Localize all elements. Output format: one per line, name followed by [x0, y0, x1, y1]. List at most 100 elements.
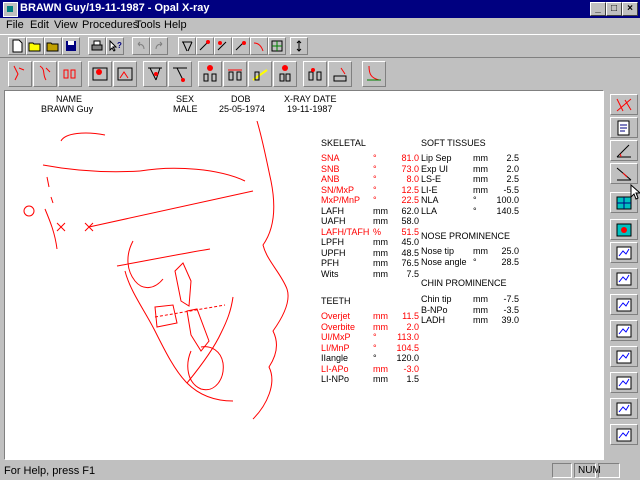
angle-line-icon: [616, 167, 632, 181]
chin-prominence-heading: CHIN PROMINENCE: [421, 278, 507, 288]
open-button[interactable]: [26, 37, 44, 55]
print-button[interactable]: [88, 37, 106, 55]
teeth-label: Overjet: [321, 311, 351, 321]
redo-button[interactable]: [150, 37, 168, 55]
folder-open-icon: [28, 42, 41, 52]
line-analysis-icon: [173, 67, 187, 82]
undo-button[interactable]: [132, 37, 150, 55]
side-tool-analysis-1[interactable]: [610, 140, 638, 161]
teeth-value: 104.5: [396, 342, 419, 353]
analysis-tool-13-button[interactable]: [328, 61, 352, 87]
close-button[interactable]: ×: [622, 2, 638, 16]
analysis-tool-14-button[interactable]: [362, 61, 386, 87]
molar-analysis-icon: [228, 69, 242, 81]
svg-text:?: ?: [117, 41, 122, 50]
vertical-measure-button[interactable]: [290, 37, 308, 55]
side-tool-analysis-11[interactable]: [610, 398, 638, 419]
trace-tool-1-button[interactable]: [178, 37, 196, 55]
soft-unit: mm: [473, 163, 488, 174]
side-tool-analysis-7[interactable]: [610, 294, 638, 315]
measure-tool-button[interactable]: [268, 37, 286, 55]
curve-tool-button[interactable]: [250, 37, 268, 55]
chin-label: LADH: [421, 315, 446, 325]
teeth-label: LI/MnP: [321, 342, 350, 353]
soft-label: LI-E: [421, 184, 438, 195]
side-tool-delete-trace[interactable]: [610, 94, 638, 115]
side-tool-analysis-9[interactable]: [610, 346, 638, 367]
skeletal-label: SN/MxP: [321, 184, 355, 195]
analysis-tool-6-button[interactable]: [143, 61, 167, 87]
analysis-tool-2-button[interactable]: [33, 61, 57, 87]
menu-help[interactable]: Help: [164, 19, 187, 31]
skeletal-value: 12.5: [401, 184, 419, 195]
menu-edit[interactable]: Edit: [30, 19, 49, 31]
side-tool-analysis-6[interactable]: [610, 268, 638, 289]
soft-unit: mm: [473, 174, 488, 184]
side-tool-analysis-10[interactable]: [610, 372, 638, 393]
teeth-value: 1.5: [406, 374, 419, 384]
app-icon[interactable]: [3, 2, 18, 17]
soft-label: LLA: [421, 205, 438, 216]
jaw-analysis-icon: [333, 67, 347, 82]
report-icon: [617, 120, 630, 136]
save-button[interactable]: [62, 37, 80, 55]
nose-value: 28.5: [501, 256, 519, 267]
side-tool-analysis-12[interactable]: [610, 424, 638, 445]
mandible-icon: [367, 65, 381, 81]
skeletal-value: 45.0: [401, 237, 419, 247]
title-bar: BRAWN Guy/19-11-1987 - Opal X-ray _ □ ×: [0, 0, 640, 18]
trace-tool-3-button[interactable]: [214, 37, 232, 55]
open-patient-button[interactable]: [44, 37, 62, 55]
xray-trace-canvas[interactable]: NAME SEX DOB X-RAY DATE BRAWN Guy MALE 2…: [4, 90, 604, 460]
analysis-tool-1-button[interactable]: [8, 61, 32, 87]
soft-unit: °: [473, 195, 477, 205]
side-tool-analysis-8[interactable]: [610, 320, 638, 341]
analysis-tool-8-button[interactable]: [198, 61, 222, 87]
template-icon: [117, 67, 133, 81]
menu-tools[interactable]: Tools: [135, 19, 161, 31]
analysis-tool-4-button[interactable]: [88, 61, 112, 87]
analysis-tool-12-button[interactable]: [303, 61, 327, 87]
chin-unit: mm: [473, 315, 488, 325]
menu-procedures[interactable]: Procedures: [82, 19, 138, 31]
soft-label: Lip Sep: [421, 153, 452, 163]
context-help-button[interactable]: ?: [106, 37, 124, 55]
teeth-heading: TEETH: [321, 296, 351, 306]
trace-tool-4-button[interactable]: [232, 37, 250, 55]
maximize-button[interactable]: □: [606, 2, 622, 16]
skeletal-label: SNB: [321, 163, 340, 174]
side-tool-report[interactable]: [610, 117, 638, 138]
new-document-icon: [12, 39, 23, 53]
teeth-value: 120.0: [396, 353, 419, 363]
analysis-tool-10-button[interactable]: [248, 61, 272, 87]
analysis-tool-3-button[interactable]: [58, 61, 82, 87]
arch-analysis-icon: [308, 68, 322, 81]
menu-view[interactable]: View: [54, 19, 78, 31]
menu-file[interactable]: File: [6, 19, 24, 31]
teeth-value: 113.0: [397, 332, 419, 342]
side-tool-analysis-5[interactable]: [610, 242, 638, 263]
analysis-tool-9-button[interactable]: [223, 61, 247, 87]
point-pair-icon: [235, 41, 246, 51]
chart-page-4-icon: [616, 324, 632, 338]
side-tool-analysis-2[interactable]: [610, 163, 638, 184]
trace-tool-2-button[interactable]: [196, 37, 214, 55]
lower-incisor: [186, 308, 210, 352]
soft-profile-icon: [39, 65, 51, 81]
new-document-button[interactable]: [8, 37, 26, 55]
analysis-tool-7-button[interactable]: [168, 61, 192, 87]
nose-unit: °: [473, 256, 477, 267]
skeletal-value: 73.0: [401, 163, 419, 174]
minimize-button[interactable]: _: [590, 2, 606, 16]
teeth-unit: °: [373, 353, 377, 363]
analysis-tool-5-button[interactable]: [113, 61, 137, 87]
analysis-toolbar: [0, 58, 640, 90]
teeth-unit: mm: [373, 311, 388, 321]
analysis-tool-11-button[interactable]: [273, 61, 297, 87]
floppy-disk-icon: [66, 41, 76, 51]
side-tool-analysis-4[interactable]: [610, 219, 638, 240]
teeth-label: Overbite: [321, 321, 356, 332]
teeth-unit: mm: [373, 321, 388, 332]
nose-prominence-heading: NOSE PROMINENCE: [421, 231, 511, 241]
skeletal-value: 22.5: [401, 195, 419, 205]
